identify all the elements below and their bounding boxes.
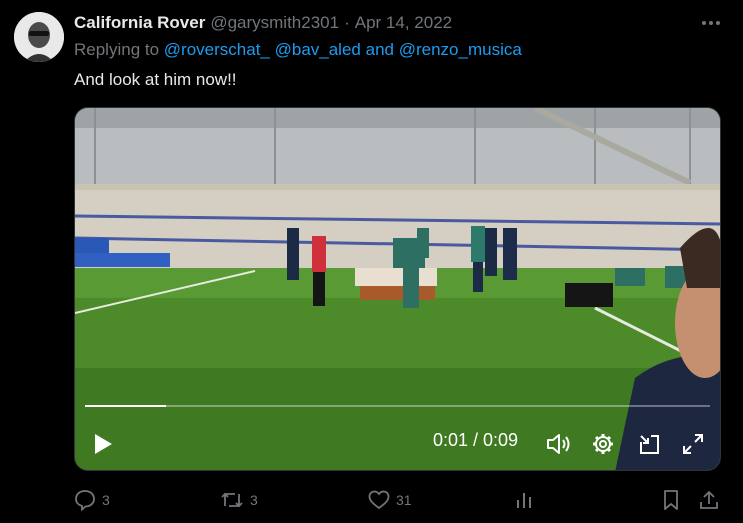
avatar[interactable] xyxy=(14,12,64,62)
play-button[interactable] xyxy=(89,430,117,458)
tweet-actions: 3 3 31 xyxy=(74,487,724,513)
user-handle[interactable]: @garysmith2301 xyxy=(210,13,339,33)
retweet-button[interactable]: 3 xyxy=(220,487,258,513)
video-progress-bar[interactable] xyxy=(85,405,710,407)
replying-prefix: Replying to xyxy=(74,40,160,59)
bookmark-button[interactable] xyxy=(662,487,680,513)
display-name[interactable]: California Rover xyxy=(74,13,205,33)
more-options-button[interactable] xyxy=(697,12,725,34)
video-frame xyxy=(75,108,720,470)
like-button[interactable]: 31 xyxy=(368,487,412,513)
reply-button[interactable]: 3 xyxy=(74,487,110,513)
retweet-count: 3 xyxy=(250,492,258,508)
reply-count: 3 xyxy=(102,492,110,508)
video-player[interactable]: 0:01 / 0:09 xyxy=(74,107,721,471)
video-time: 0:01 / 0:09 xyxy=(433,430,519,450)
play-icon xyxy=(95,434,112,454)
settings-button[interactable] xyxy=(589,430,617,458)
share-icon xyxy=(700,490,718,509)
mention-link[interactable]: @roverschat_ xyxy=(164,40,270,59)
picture-in-picture-icon xyxy=(640,435,659,454)
share-button[interactable] xyxy=(698,487,720,513)
separator: · xyxy=(344,13,350,32)
gear-icon xyxy=(593,434,613,454)
volume-button[interactable] xyxy=(545,430,573,458)
retweet-icon xyxy=(221,492,243,508)
mention-link[interactable]: @renzo_musica xyxy=(399,40,522,59)
tweet-date[interactable]: Apr 14, 2022 xyxy=(355,13,452,33)
bar-chart-icon xyxy=(517,493,531,508)
fullscreen-icon xyxy=(683,434,703,454)
fullscreen-button[interactable] xyxy=(679,430,707,458)
like-count: 31 xyxy=(396,492,412,508)
pip-button[interactable] xyxy=(635,430,663,458)
video-progress-fill xyxy=(85,405,167,407)
bookmark-icon xyxy=(664,490,678,510)
tweet-text: And look at him now!! xyxy=(74,70,237,89)
mention-link[interactable]: @bav_aled xyxy=(275,40,361,59)
mention-joiner[interactable]: and xyxy=(366,40,394,59)
heart-icon xyxy=(368,490,390,510)
replying-to: Replying to @roverschat_ @bav_aled and @… xyxy=(74,40,522,60)
avatar-image xyxy=(14,12,64,62)
views-button[interactable] xyxy=(514,487,534,513)
volume-icon xyxy=(547,434,570,454)
tweet-header: California Rover @garysmith2301 · Apr 14… xyxy=(74,12,452,34)
more-horizontal-icon xyxy=(702,21,720,25)
reply-icon xyxy=(75,490,95,511)
